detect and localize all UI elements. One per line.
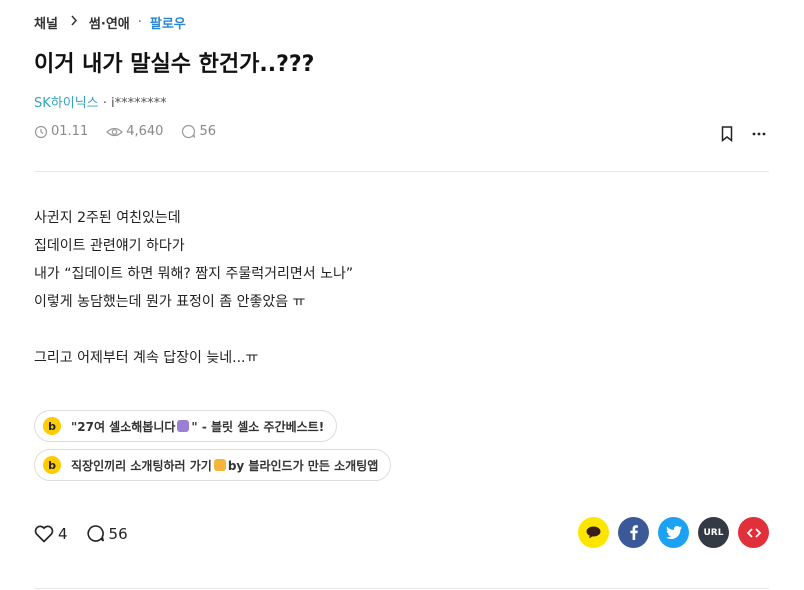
- body-line: 그리고 어제부터 계속 답장이 늦네...ㅠ: [34, 350, 259, 366]
- comment-button[interactable]: 56: [86, 524, 128, 543]
- share-facebook-button[interactable]: [618, 517, 649, 548]
- breadcrumb-channel[interactable]: 채널: [34, 13, 58, 32]
- heart-emoji-icon: [213, 459, 226, 471]
- promo-tag-selso[interactable]: b "27여 셀소해봅니다 " - 블릿 셀소 주간베스트!: [34, 410, 338, 442]
- post-meta: 01.11 4,640 56: [34, 124, 234, 139]
- date-value: 01.11: [51, 124, 89, 139]
- promo-tag-text: "27여 셀소해봅니다: [71, 419, 176, 434]
- more-button[interactable]: [749, 124, 769, 144]
- post-date: 01.11: [34, 124, 88, 139]
- share-embed-button[interactable]: [738, 517, 769, 548]
- body-line: 집데이트 관련얘기 하다가: [34, 238, 185, 254]
- chevron-right-icon: [70, 15, 78, 30]
- follow-button[interactable]: 팔로우: [150, 13, 186, 32]
- promo-tag-dating[interactable]: b 직장인끼리 소개팅하러 가기 by 블라인드가 만든 소개팅앱: [34, 449, 392, 481]
- comment-icon: [182, 124, 196, 139]
- breadcrumb: 채널 썸·연애 · 팔로우: [34, 13, 186, 32]
- more-dots-icon: [752, 132, 766, 136]
- url-label: URL: [703, 527, 724, 538]
- eye-icon: [106, 127, 124, 136]
- like-button[interactable]: 4: [34, 525, 68, 543]
- promo-tag-text: by 블라인드가 만든 소개팅앱: [227, 458, 379, 473]
- post-comments-count: 56: [181, 124, 216, 139]
- bookmark-icon: [721, 126, 733, 142]
- clock-icon: [34, 125, 48, 138]
- post-actions: [705, 124, 769, 144]
- post-title: 이거 내가 말실수 한건가..???: [34, 52, 315, 77]
- share-twitter-button[interactable]: [658, 517, 689, 548]
- reaction-bar: 4 56: [34, 524, 146, 543]
- header-divider: [34, 171, 769, 172]
- breadcrumb-dot: ·: [137, 15, 142, 30]
- promo-tags: b "27여 셀소해봅니다 " - 블릿 셀소 주간베스트! b 직장인끼리 소…: [34, 410, 392, 488]
- body-line: 사귄지 2주된 여친있는데: [34, 210, 181, 226]
- author-company[interactable]: SK하이닉스: [34, 96, 99, 111]
- body-line: [34, 316, 353, 344]
- comments-count-value: 56: [199, 124, 216, 139]
- comment-icon: [86, 525, 104, 542]
- bookmark-button[interactable]: [717, 124, 737, 144]
- body-line: 이렇게 농담했는데 뭔가 표정이 좀 안좋았음 ㅠ: [34, 294, 306, 310]
- blind-logo-icon: b: [43, 456, 61, 474]
- share-kakao-button[interactable]: [578, 517, 609, 548]
- footer-divider: [34, 588, 769, 589]
- breadcrumb-topic[interactable]: 썸·연애: [89, 13, 130, 32]
- comment-count: 56: [108, 524, 128, 543]
- facebook-icon: [629, 525, 638, 540]
- author-line: SK하이닉스 · i********: [34, 92, 167, 111]
- promo-tag-text: " - 블릿 셀소 주간베스트!: [191, 419, 325, 434]
- like-count: 4: [58, 524, 68, 543]
- shell-emoji-icon: [177, 420, 190, 432]
- post-body: 사귄지 2주된 여친있는데 집데이트 관련얘기 하다가 내가 “집데이트 하면 …: [34, 204, 353, 372]
- views-value: 4,640: [126, 124, 164, 139]
- author-name: i********: [111, 96, 167, 111]
- author-separator: ·: [98, 96, 112, 111]
- twitter-icon: [665, 526, 682, 539]
- share-url-button[interactable]: URL: [698, 517, 729, 548]
- promo-tag-text: 직장인끼리 소개팅하러 가기: [71, 458, 212, 473]
- blind-logo-icon: b: [43, 417, 61, 435]
- share-buttons: URL: [569, 517, 769, 548]
- heart-icon: [34, 525, 54, 542]
- kakao-icon: [586, 526, 601, 539]
- post-views: 4,640: [106, 124, 163, 139]
- body-line: 내가 “집데이트 하면 뭐해? 짬지 주물럭거리면서 노나”: [34, 266, 354, 282]
- code-icon: [746, 527, 761, 538]
